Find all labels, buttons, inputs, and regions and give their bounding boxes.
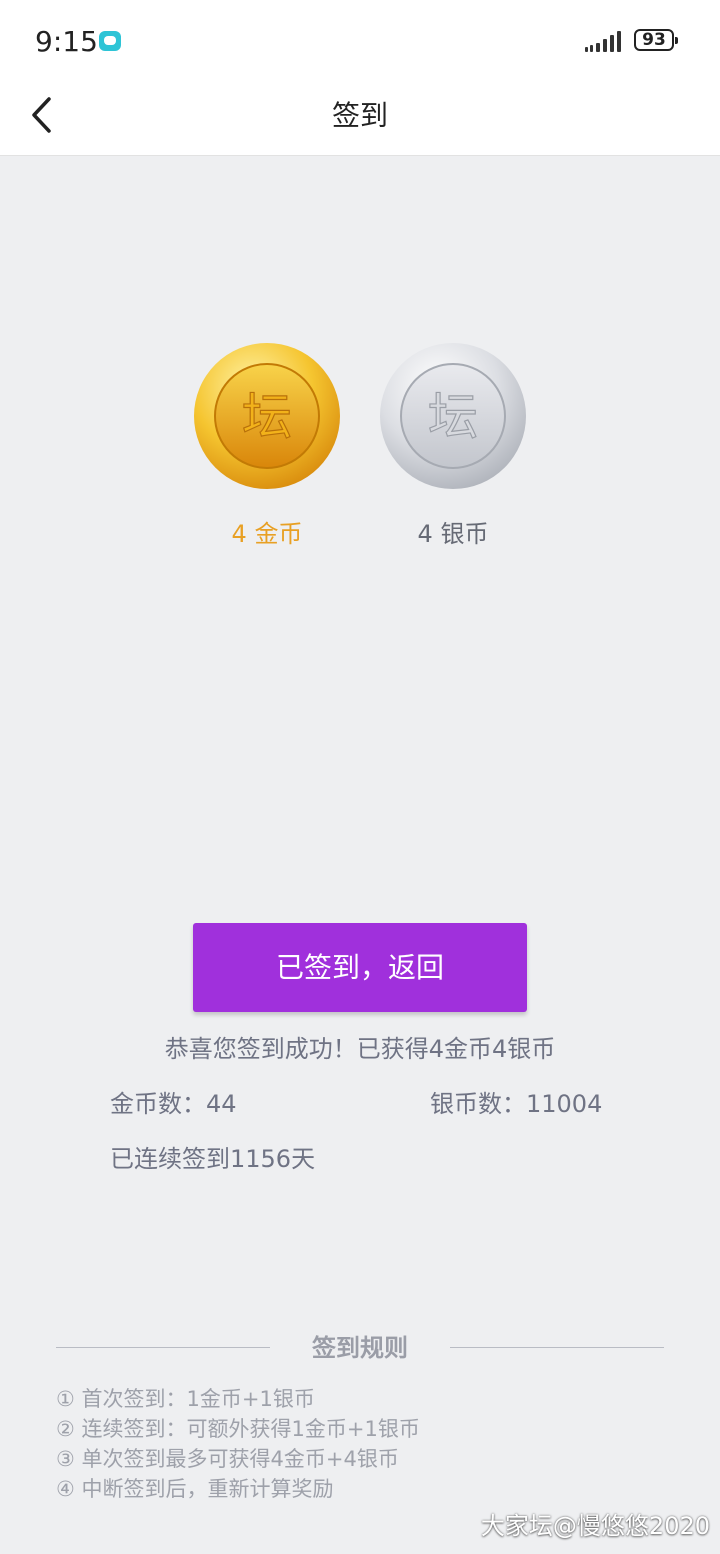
rule-item: ② 连续签到：可额外获得1金币+1银币: [56, 1417, 420, 1441]
silver-coin-icon: 坛: [380, 343, 526, 489]
signed-back-button[interactable]: 已签到，返回: [193, 923, 527, 1012]
back-arrow-icon[interactable]: [28, 94, 72, 138]
watermark: 大家坛@慢悠悠2020: [480, 1512, 710, 1540]
gold-reward-label: 4 金币: [231, 520, 303, 548]
signal-strength-icon: [585, 30, 629, 52]
message-notification-icon: [99, 31, 121, 51]
status-bar: 9:15 93: [0, 0, 720, 80]
silver-reward-label: 4 银币: [417, 520, 489, 548]
battery-icon: 93: [634, 29, 678, 51]
silver-coin-char: 坛: [428, 388, 478, 446]
rules-list: ① 首次签到：1金币+1银币 ② 连续签到：可额外获得1金币+1银币 ③ 单次签…: [56, 1384, 420, 1504]
rule-item: ④ 中断签到后，重新计算奖励: [56, 1477, 334, 1501]
rules-divider-left: [56, 1347, 270, 1348]
nav-bar: 签到: [0, 80, 720, 156]
silver-count: 银币数：11004: [430, 1090, 603, 1118]
gold-coin-icon: 坛: [194, 343, 340, 489]
rule-item: ③ 单次签到最多可获得4金币+4银币: [56, 1447, 399, 1471]
rules-divider-right: [450, 1347, 664, 1348]
gold-coin-char: 坛: [242, 388, 292, 446]
gold-count: 金币数：44: [110, 1090, 237, 1118]
status-time: 9:15: [35, 25, 98, 58]
rules-title: 签到规则: [312, 1334, 408, 1362]
streak-days: 已连续签到1156天: [110, 1145, 316, 1173]
success-message: 恭喜您签到成功！已获得4金币4银币: [164, 1035, 556, 1063]
rule-item: ① 首次签到：1金币+1银币: [56, 1387, 315, 1411]
page-title: 签到: [331, 99, 388, 132]
